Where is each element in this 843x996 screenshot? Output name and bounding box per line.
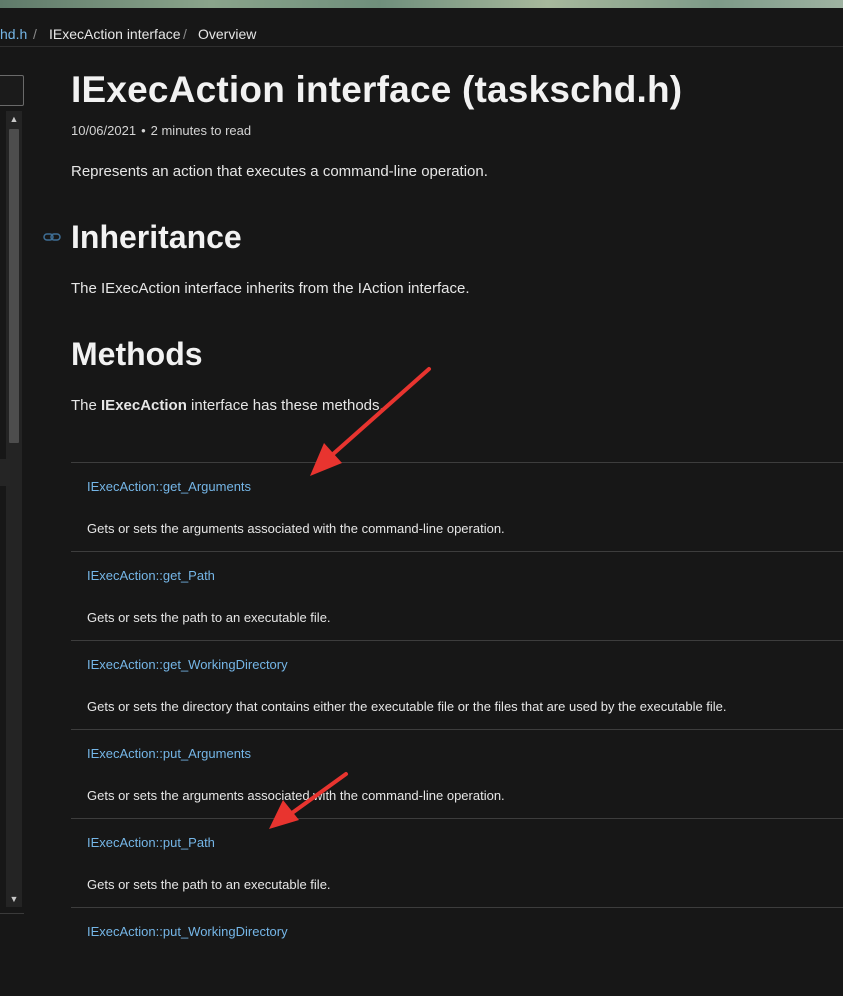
table-row: IExecAction::get_Path Gets or sets the p… (71, 551, 843, 640)
link-icon[interactable] (43, 231, 61, 243)
article-metadata: 10/06/2021 • 2 minutes to read (71, 123, 251, 138)
method-link-put-arguments[interactable]: IExecAction::put_Arguments (87, 746, 251, 761)
scroll-up-arrow-icon[interactable]: ▲ (6, 111, 22, 127)
table-row: IExecAction::put_WorkingDirectory (71, 907, 843, 996)
method-description: Gets or sets the path to an executable f… (87, 877, 331, 892)
method-link-get-working-directory[interactable]: IExecAction::get_WorkingDirectory (87, 657, 288, 672)
sidebar-divider (0, 913, 24, 914)
method-description: Gets or sets the directory that contains… (87, 699, 727, 714)
table-row: IExecAction::get_WorkingDirectory Gets o… (71, 640, 843, 729)
article-date: 10/06/2021 (71, 123, 137, 138)
breadcrumb-item-overview[interactable]: Overview (198, 26, 256, 42)
method-link-put-path[interactable]: IExecAction::put_Path (87, 835, 215, 850)
article-summary: Represents an action that executes a com… (71, 163, 488, 180)
method-description: Gets or sets the arguments associated wi… (87, 788, 505, 803)
breadcrumb-separator: / (183, 26, 187, 42)
toc-filter-input[interactable] (0, 75, 24, 106)
toc-scrollbar[interactable]: ▲ ▼ (6, 111, 22, 907)
breadcrumb-separator: / (33, 26, 37, 42)
browser-top-strip (0, 0, 843, 8)
breadcrumb: hd.h / IExecAction interface / Overview (0, 8, 843, 47)
inheritance-heading: Inheritance (71, 219, 242, 255)
breadcrumb-item-header-file[interactable]: hd.h (0, 26, 27, 42)
table-row: IExecAction::put_Path Gets or sets the p… (71, 818, 843, 907)
annotation-arrow (310, 367, 431, 476)
table-row: IExecAction::put_Arguments Gets or sets … (71, 729, 843, 818)
toc-sidebar: ▲ ▼ (0, 47, 24, 937)
inheritance-text: The IExecAction interface inherits from … (71, 280, 470, 297)
method-description: Gets or sets the path to an executable f… (87, 610, 331, 625)
scroll-down-arrow-icon[interactable]: ▼ (6, 891, 22, 907)
method-description: Gets or sets the arguments associated wi… (87, 521, 505, 536)
breadcrumb-item-interface[interactable]: IExecAction interface (49, 26, 181, 42)
methods-intro: The IExecAction interface has these meth… (71, 397, 384, 414)
page-title: IExecAction interface (taskschd.h) (71, 69, 683, 110)
read-time: 2 minutes to read (150, 123, 252, 138)
methods-heading: Methods (71, 336, 203, 372)
method-link-get-arguments[interactable]: IExecAction::get_Arguments (87, 479, 251, 494)
methods-intro-before: The (71, 397, 102, 414)
methods-intro-interface-name: IExecAction (101, 397, 187, 414)
scrollbar-thumb[interactable] (9, 129, 19, 443)
method-link-get-path[interactable]: IExecAction::get_Path (87, 568, 215, 583)
methods-table: IExecAction::get_Arguments Gets or sets … (71, 462, 843, 996)
toc-selected-item[interactable] (0, 459, 10, 486)
meta-separator: • (141, 123, 146, 138)
methods-intro-after: interface has these methods. (186, 397, 384, 414)
table-row: IExecAction::get_Arguments Gets or sets … (71, 462, 843, 551)
